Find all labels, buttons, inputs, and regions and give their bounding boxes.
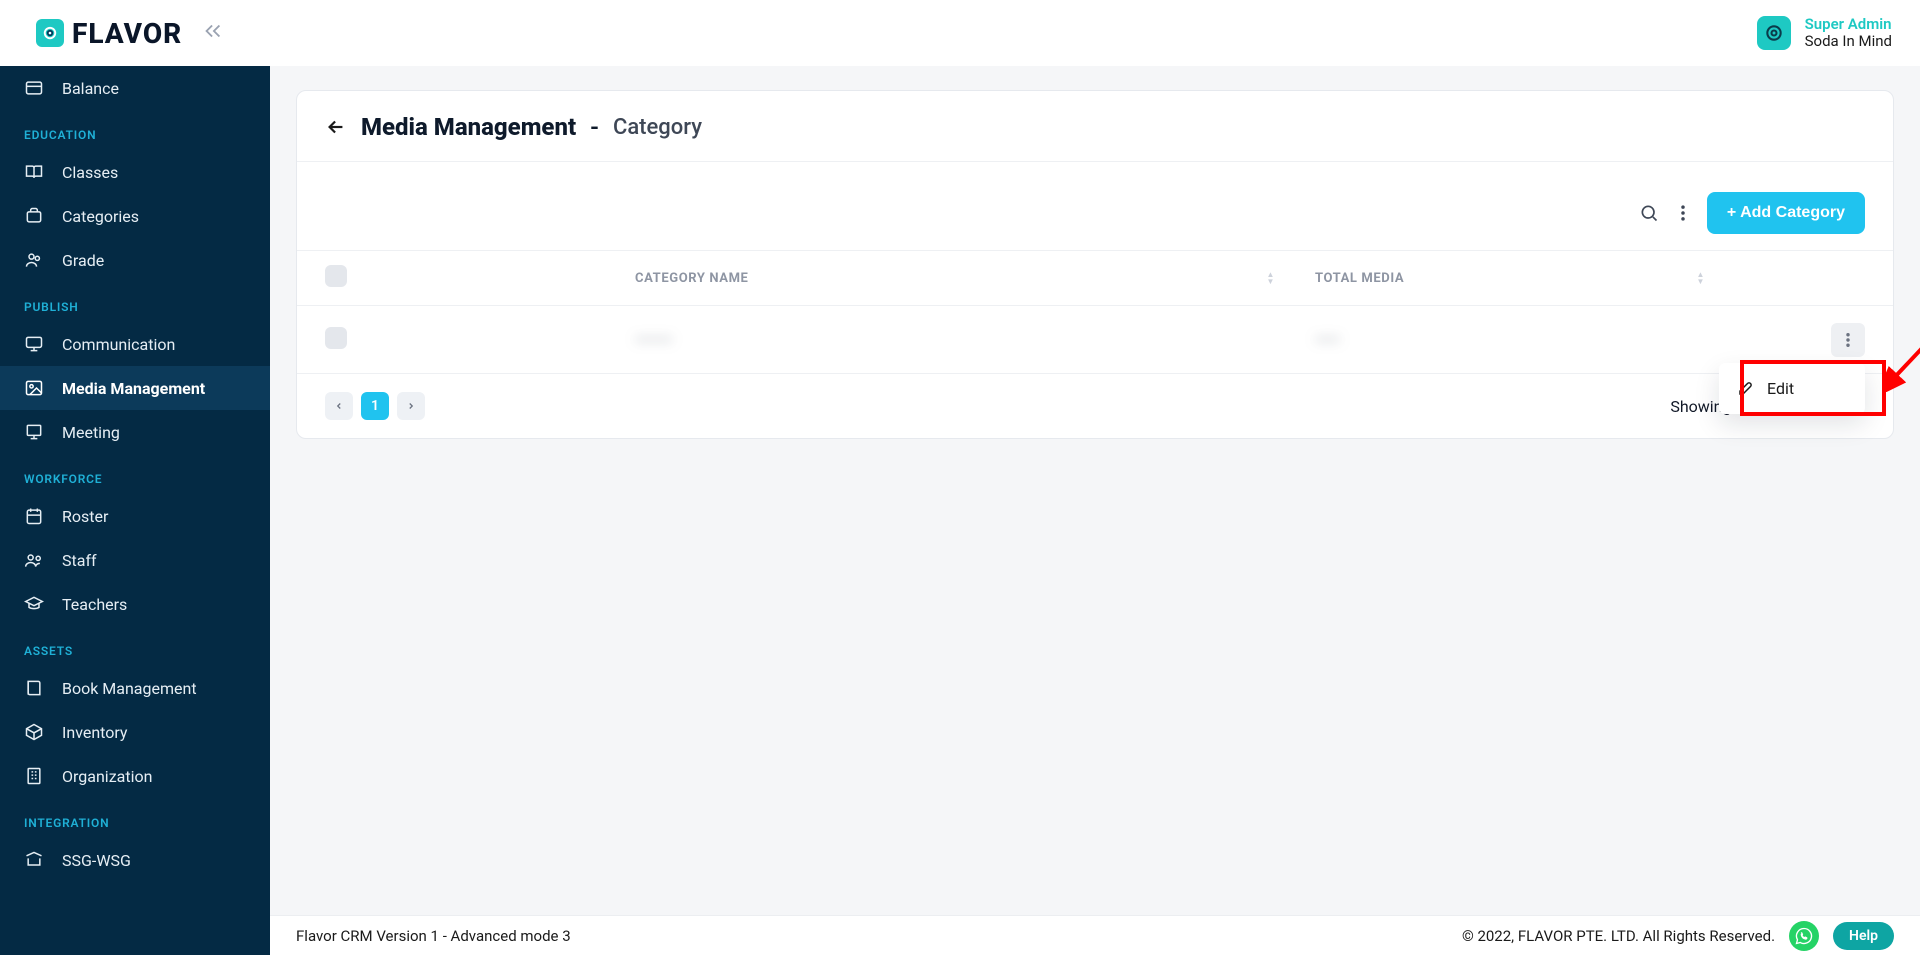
sidebar-item-label: Communication bbox=[62, 335, 175, 354]
graduation-icon bbox=[24, 594, 44, 614]
sidebar-section-integration: INTEGRATION bbox=[0, 798, 270, 838]
sidebar-item-label: Categories bbox=[62, 207, 139, 226]
sidebar-item-label: Roster bbox=[62, 507, 108, 526]
whatsapp-icon bbox=[1795, 927, 1813, 945]
sidebar-item-label: SSG-WSG bbox=[62, 851, 131, 870]
brand-name: FLAVOR bbox=[72, 17, 182, 50]
sidebar-item-book-management[interactable]: Book Management bbox=[0, 666, 270, 710]
book-open-icon bbox=[24, 162, 44, 182]
page-title: Media Management bbox=[361, 113, 576, 141]
dropdown-edit-label: Edit bbox=[1767, 379, 1794, 398]
footer-version: Flavor CRM Version 1 - Advanced mode 3 bbox=[296, 927, 571, 945]
pencil-icon bbox=[1737, 379, 1755, 397]
add-category-button[interactable]: + Add Category bbox=[1707, 192, 1865, 234]
sidebar: Balance EDUCATION Classes Categories Gra… bbox=[0, 66, 270, 955]
sidebar-item-label: Book Management bbox=[62, 679, 197, 698]
pager-page-1[interactable]: 1 bbox=[361, 392, 389, 420]
sort-icon[interactable]: ▲▼ bbox=[1696, 271, 1705, 285]
pager-prev[interactable] bbox=[325, 392, 353, 420]
sidebar-item-label: Classes bbox=[62, 163, 118, 182]
page-subtitle: Category bbox=[613, 115, 702, 140]
cell-category-name: ——— bbox=[635, 330, 672, 349]
sidebar-item-meeting[interactable]: Meeting bbox=[0, 410, 270, 454]
balance-icon bbox=[24, 78, 44, 98]
user-role: Super Admin bbox=[1805, 16, 1892, 33]
link-icon bbox=[24, 850, 44, 870]
image-icon bbox=[24, 378, 44, 398]
footer-copyright: © 2022, FLAVOR PTE. LTD. All Rights Rese… bbox=[1462, 927, 1775, 945]
row-actions-button[interactable] bbox=[1831, 323, 1865, 357]
monitor-icon bbox=[24, 334, 44, 354]
whatsapp-button[interactable] bbox=[1789, 921, 1819, 951]
sidebar-item-ssg-wsg[interactable]: SSG-WSG bbox=[0, 838, 270, 882]
book-icon bbox=[24, 678, 44, 698]
people-icon bbox=[24, 250, 44, 270]
pager-next[interactable] bbox=[397, 392, 425, 420]
table-footer: 1 Showing 1 to 1 of 1 records bbox=[297, 374, 1893, 438]
sidebar-item-label: Meeting bbox=[62, 423, 120, 442]
brand-logo[interactable]: FLAVOR bbox=[36, 17, 182, 50]
building-icon bbox=[24, 766, 44, 786]
sidebar-item-teachers[interactable]: Teachers bbox=[0, 582, 270, 626]
sidebar-item-label: Staff bbox=[62, 551, 97, 570]
category-table: CATEGORY NAME ▲▼ TOTAL MEDIA ▲▼ ——— —— bbox=[297, 250, 1893, 374]
sidebar-item-label: Teachers bbox=[62, 595, 127, 614]
search-button[interactable] bbox=[1639, 203, 1659, 223]
logo-mark-icon bbox=[36, 19, 64, 47]
card-header: Media Management - Category bbox=[297, 91, 1893, 162]
row-checkbox[interactable] bbox=[325, 327, 347, 349]
toolbar-more-button[interactable] bbox=[1673, 203, 1693, 223]
row-actions-dropdown: Edit bbox=[1719, 363, 1865, 414]
sidebar-item-media-management[interactable]: Media Management bbox=[0, 366, 270, 410]
package-icon bbox=[24, 722, 44, 742]
sidebar-item-balance[interactable]: Balance bbox=[0, 66, 270, 110]
sidebar-collapse-button[interactable] bbox=[202, 20, 224, 46]
user-org: Soda In Mind bbox=[1805, 33, 1892, 50]
sidebar-section-publish: PUBLISH bbox=[0, 282, 270, 322]
help-button[interactable]: Help bbox=[1833, 922, 1894, 950]
sidebar-item-label: Organization bbox=[62, 767, 152, 786]
presentation-icon bbox=[24, 422, 44, 442]
sidebar-item-label: Balance bbox=[62, 79, 119, 98]
sidebar-item-grade[interactable]: Grade bbox=[0, 238, 270, 282]
users-icon bbox=[24, 550, 44, 570]
sidebar-section-assets: ASSETS bbox=[0, 626, 270, 666]
sidebar-item-categories[interactable]: Categories bbox=[0, 194, 270, 238]
sidebar-item-roster[interactable]: Roster bbox=[0, 494, 270, 538]
footer: Flavor CRM Version 1 - Advanced mode 3 ©… bbox=[270, 915, 1920, 955]
sidebar-section-workforce: WORKFORCE bbox=[0, 454, 270, 494]
sidebar-item-staff[interactable]: Staff bbox=[0, 538, 270, 582]
sort-icon[interactable]: ▲▼ bbox=[1266, 271, 1275, 285]
select-all-checkbox[interactable] bbox=[325, 265, 347, 287]
sidebar-item-label: Inventory bbox=[62, 723, 128, 742]
sidebar-item-label: Grade bbox=[62, 251, 104, 270]
page-title-separator: - bbox=[590, 113, 599, 141]
pagination: 1 bbox=[325, 392, 425, 420]
topbar-right: Super Admin Soda In Mind bbox=[1757, 16, 1892, 51]
sidebar-item-inventory[interactable]: Inventory bbox=[0, 710, 270, 754]
sidebar-item-classes[interactable]: Classes bbox=[0, 150, 270, 194]
topbar-left: FLAVOR bbox=[36, 17, 224, 50]
topbar: FLAVOR Super Admin Soda In Mind bbox=[0, 0, 1920, 66]
main-content: Media Management - Category + Add Catego… bbox=[270, 66, 1920, 915]
layers-icon bbox=[24, 206, 44, 226]
sidebar-item-communication[interactable]: Communication bbox=[0, 322, 270, 366]
sidebar-item-label: Media Management bbox=[62, 379, 205, 398]
user-block[interactable]: Super Admin Soda In Mind bbox=[1805, 16, 1892, 51]
table-row: ——— —— Edit bbox=[297, 306, 1893, 374]
dropdown-edit[interactable]: Edit bbox=[1719, 369, 1865, 408]
cell-total-media: —— bbox=[1315, 330, 1340, 349]
sidebar-section-education: EDUCATION bbox=[0, 110, 270, 150]
table-toolbar: + Add Category bbox=[297, 162, 1893, 250]
card: Media Management - Category + Add Catego… bbox=[296, 90, 1894, 439]
table-header-row: CATEGORY NAME ▲▼ TOTAL MEDIA ▲▼ bbox=[297, 250, 1893, 306]
calendar-clip-icon bbox=[24, 506, 44, 526]
th-category-name[interactable]: CATEGORY NAME bbox=[635, 271, 748, 286]
avatar[interactable] bbox=[1757, 16, 1791, 50]
th-total-media[interactable]: TOTAL MEDIA bbox=[1315, 271, 1404, 286]
back-button[interactable] bbox=[325, 116, 347, 138]
sidebar-item-organization[interactable]: Organization bbox=[0, 754, 270, 798]
